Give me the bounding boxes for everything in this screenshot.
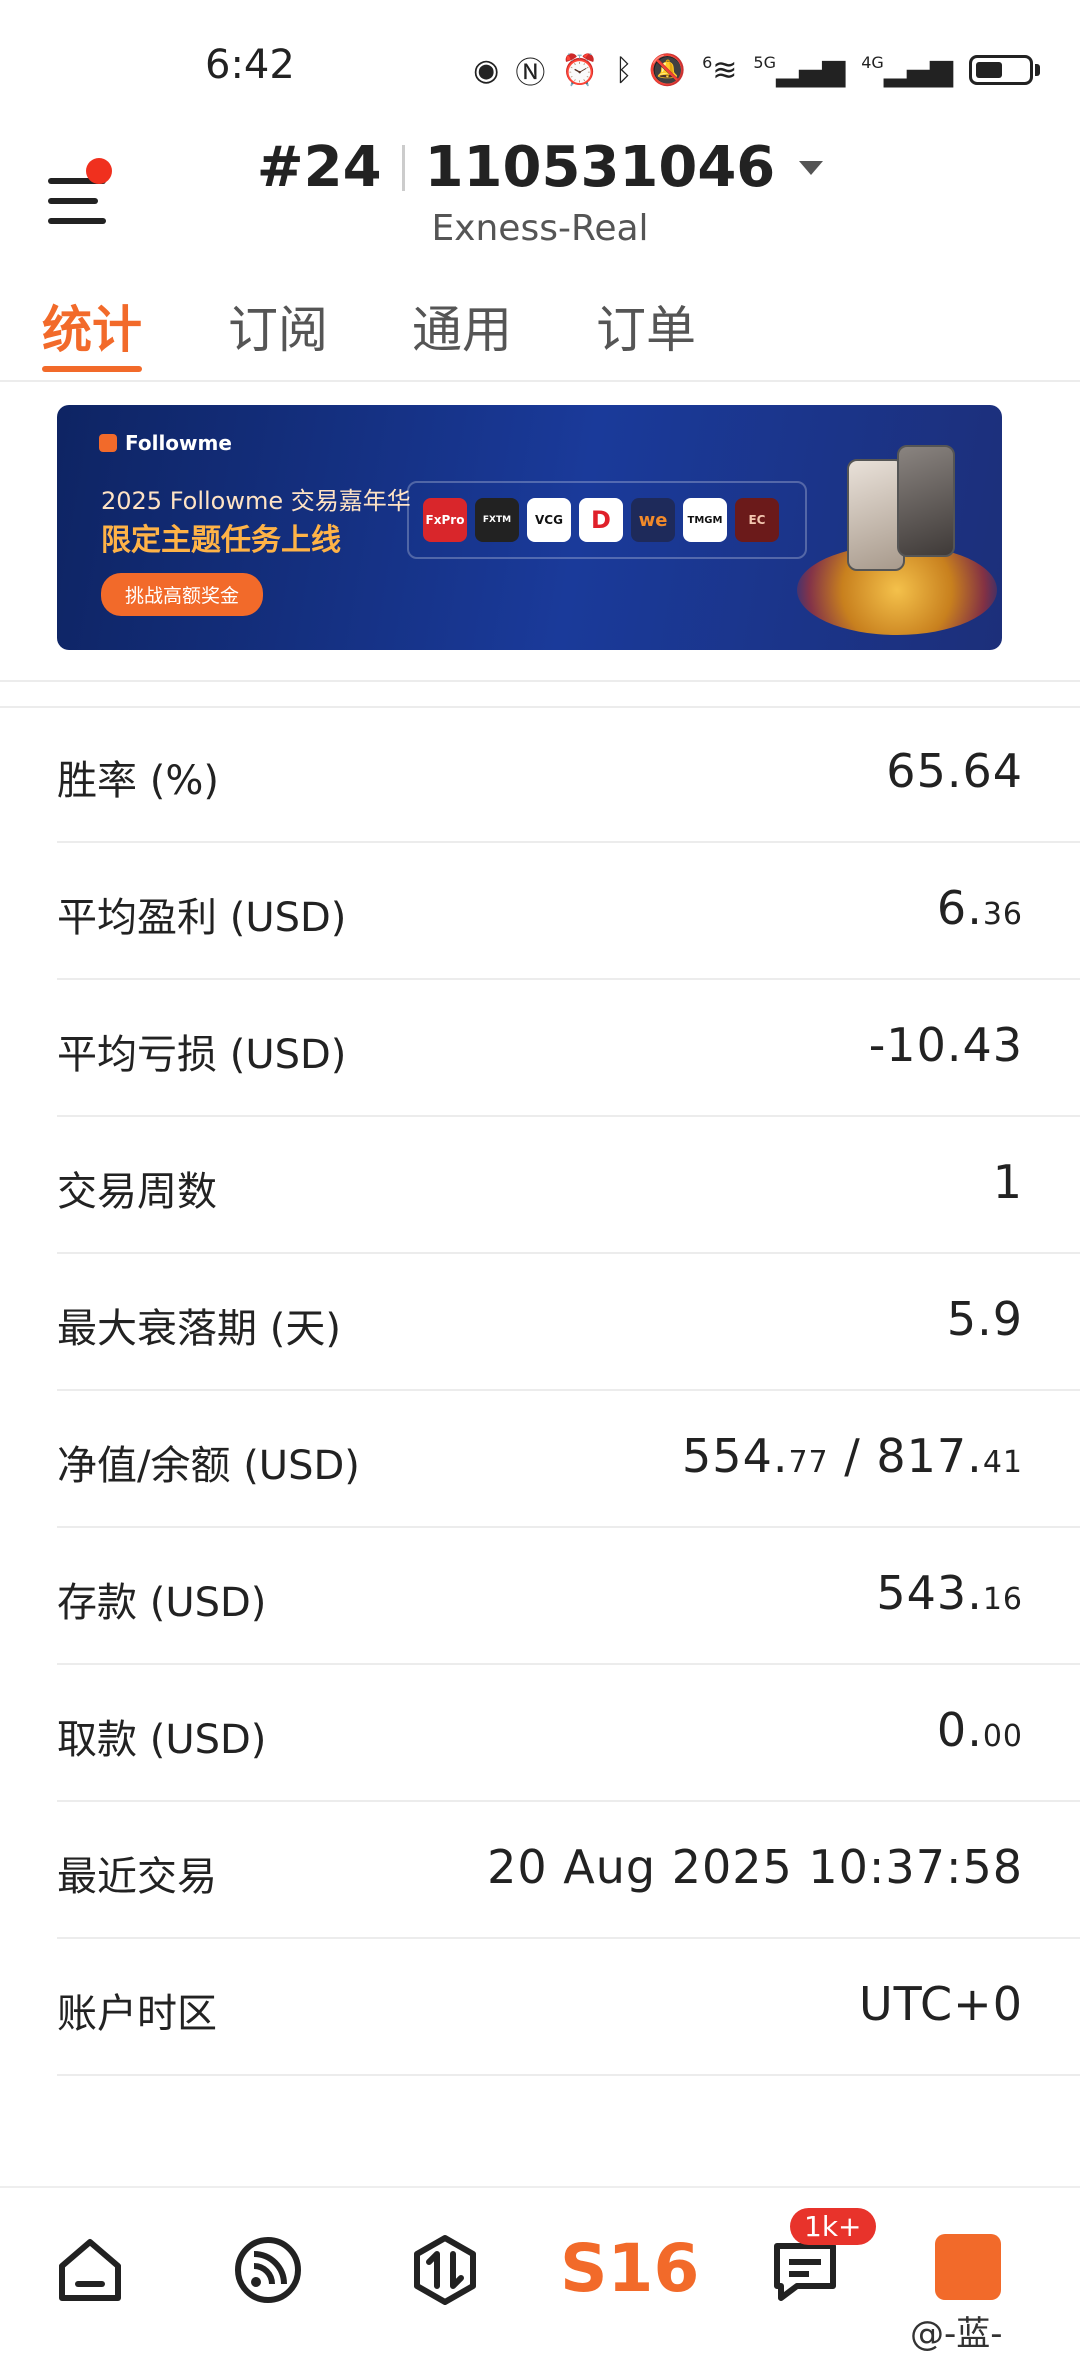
promo-banner[interactable]: Followme 2025 Followme 交易嘉年华 限定主题任务上线 挑战…	[57, 405, 1002, 650]
phones-image	[837, 445, 967, 571]
banner-brand: Followme	[99, 431, 232, 455]
s16-tab[interactable]: S16	[560, 2230, 699, 2307]
active-tab-indicator	[42, 366, 142, 372]
stat-row-trading-weeks: 交易周数 1	[57, 1117, 1080, 1254]
d-logo: D	[579, 498, 623, 542]
battery-icon	[969, 55, 1033, 85]
chevron-down-icon[interactable]	[799, 160, 824, 175]
tab-subscribe[interactable]: 订阅	[228, 290, 328, 362]
stats-list: 胜率 (%) 65.64 平均盈利 (USD) 6.36 平均亏损 (USD) …	[57, 706, 1080, 2076]
stat-row-max-drawdown-period: 最大衰落期 (天) 5.9	[57, 1254, 1080, 1391]
section-divider	[0, 680, 1080, 708]
stat-row-deposit: 存款 (USD) 543.16	[57, 1528, 1080, 1665]
bluetooth-icon: ᛒ	[614, 52, 633, 88]
account-number: 110531046	[424, 135, 776, 200]
banner-cta-button[interactable]: 挑战高额奖金	[101, 573, 264, 616]
nfc-icon: Ⓝ	[515, 56, 546, 91]
status-time: 6:42	[205, 42, 295, 88]
account-header: #24 110531046 Exness-Real	[0, 130, 1080, 260]
stat-row-equity-balance: 净值/余额 (USD) 554.77 / 817.41	[57, 1391, 1080, 1528]
signal-5g-icon: 5G▂▄▆	[753, 52, 846, 88]
feed-icon[interactable]	[228, 2230, 308, 2310]
tab-bar: 统计 订阅 通用 订单	[0, 280, 1080, 382]
we-logo: we	[631, 498, 675, 542]
alarm-icon: ⏰	[561, 52, 599, 88]
tab-orders[interactable]: 订单	[596, 290, 696, 362]
stat-row-withdrawal: 取款 (USD) 0.00	[57, 1665, 1080, 1802]
stat-row-avg-profit: 平均盈利 (USD) 6.36	[57, 843, 1080, 980]
mute-icon: 🔕	[648, 52, 687, 88]
tmgm-logo: TMGM	[683, 498, 727, 542]
profile-icon[interactable]	[935, 2234, 1001, 2300]
fxpro-logo: FxPro	[423, 498, 467, 542]
stat-row-avg-loss: 平均亏损 (USD) -10.43	[57, 980, 1080, 1117]
tab-stats[interactable]: 统计	[42, 290, 142, 362]
wifi-icon: 6≋	[702, 52, 738, 88]
fxtm-logo: FXTM	[475, 498, 519, 542]
watermark: @-蓝-	[910, 2314, 1003, 2354]
tab-general[interactable]: 通用	[412, 290, 512, 362]
status-icons: ◉ Ⓝ ⏰ ᛒ 🔕 6≋ 5G▂▄▆ 4G▂▄▆	[473, 48, 1040, 92]
account-prefix: #24	[256, 135, 382, 200]
signal-4g-icon: 4G▂▄▆	[861, 52, 953, 88]
stat-row-win-rate: 胜率 (%) 65.64	[57, 706, 1080, 843]
partner-logos: FxPro FXTM VCG D we TMGM EC	[407, 481, 807, 559]
banner-headline: 限定主题任务上线	[101, 523, 341, 558]
ec-logo: EC	[735, 498, 779, 542]
home-icon[interactable]	[50, 2230, 130, 2310]
stat-row-timezone: 账户时区 UTC+0	[57, 1939, 1080, 2076]
account-server: Exness-Real	[431, 208, 649, 249]
messages-badge: 1k+	[790, 2208, 876, 2245]
bottom-navigation: S16 1k+ @-蓝-	[0, 2186, 1080, 2378]
followme-logo-icon	[99, 434, 117, 452]
trade-icon[interactable]	[405, 2230, 485, 2310]
status-bar: 6:42 ◉ Ⓝ ⏰ ᛒ 🔕 6≋ 5G▂▄▆ 4G▂▄▆	[0, 0, 1080, 130]
stat-row-last-trade: 最近交易 20 Aug 2025 10:37:58	[57, 1802, 1080, 1939]
account-selector[interactable]: #24 110531046 Exness-Real	[0, 135, 1080, 249]
eye-icon: ◉	[473, 52, 500, 88]
vcg-logo: VCG	[527, 498, 571, 542]
banner-subtitle: 2025 Followme 交易嘉年华	[101, 487, 411, 515]
